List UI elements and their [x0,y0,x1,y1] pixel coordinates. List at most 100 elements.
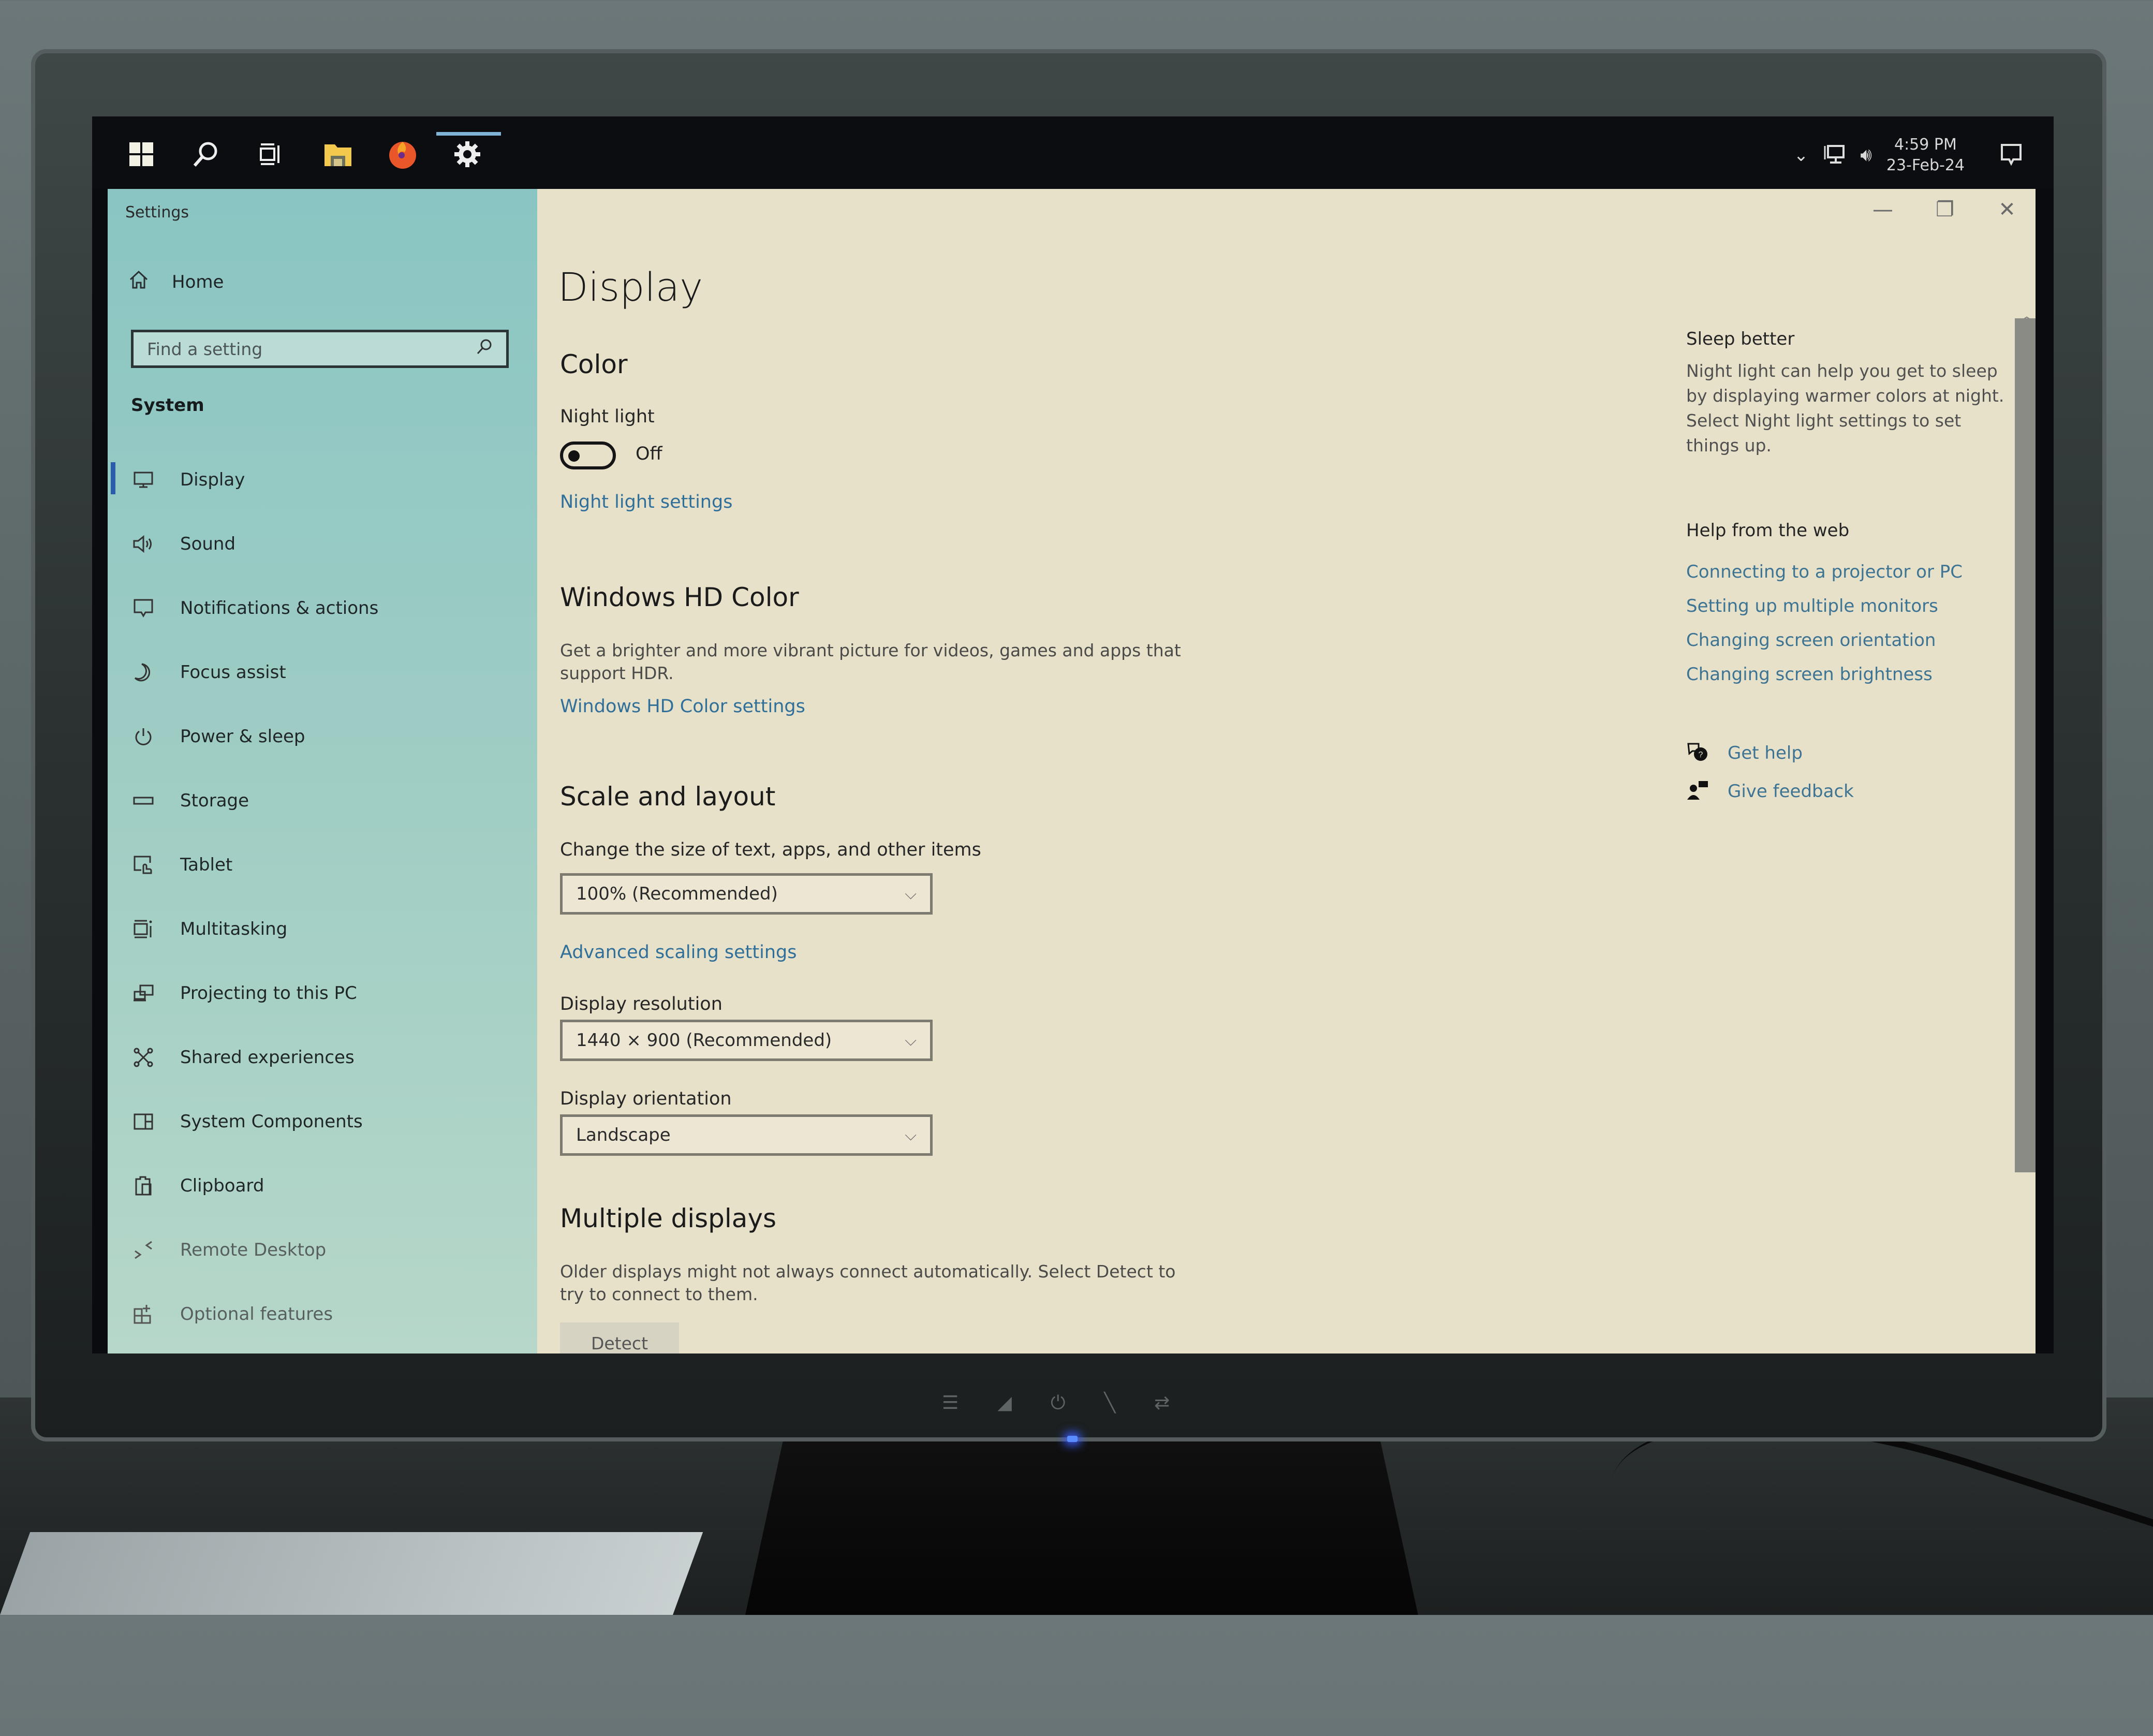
help-link-multiple-monitors[interactable]: Setting up multiple monitors [1686,596,2017,616]
sidebar-item-label: Notifications & actions [180,598,379,619]
brightness-icon[interactable]: ◢ [997,1392,1012,1414]
firefox-icon[interactable] [385,136,421,172]
night-light-toggle[interactable] [560,442,616,469]
clipboard-icon [131,1174,155,1198]
taskbar-clock[interactable]: 4:59 PM 23-Feb-24 [1886,135,1965,176]
arrow-icon[interactable]: ╲ [1104,1392,1115,1414]
chevron-down-icon: ⌵ [905,885,917,903]
power-led [1067,1436,1078,1442]
power-icon [131,725,155,748]
sidebar-item-label: System Components [180,1111,363,1132]
power-icon[interactable]: ⏻ [1051,1392,1065,1414]
search-input[interactable]: Find a setting [131,330,509,368]
sidebar-item-notifications[interactable]: Notifications & actions [108,576,537,640]
system-components-icon [131,1110,155,1134]
get-help-link[interactable]: ? Get help [1686,742,2017,764]
network-icon[interactable] [1823,144,1846,167]
input-icon[interactable]: ⇄ [1154,1392,1170,1414]
sidebar: Settings Home Find a setting System Disp… [108,189,537,1354]
menu-icon[interactable]: ☰ [942,1392,958,1414]
orientation-dropdown[interactable]: Landscape ⌵ [560,1114,933,1156]
taskbar: ⌄ 🔊︎ 4:59 PM 23-Feb-24 [92,116,2054,189]
orientation-value: Landscape [576,1125,671,1145]
notification-icon [131,596,155,620]
give-feedback-link[interactable]: Give feedback [1686,780,2017,803]
scrollbar-thumb[interactable] [2015,318,2036,1172]
sidebar-item-label: Power & sleep [180,726,305,747]
settings-gear-icon[interactable] [449,136,485,172]
sidebar-item-label: Clipboard [180,1175,264,1196]
toggle-knob [568,450,580,462]
active-app-indicator [436,132,501,136]
sidebar-item-label: Shared experiences [180,1047,355,1068]
home-icon [128,269,149,295]
sidebar-item-system-components[interactable]: System Components [108,1090,537,1154]
sidebar-item-storage[interactable]: Storage [108,769,537,833]
monitor-buttons: ☰ ◢ ⏻ ╲ ⇄ [942,1392,1170,1414]
monitor-icon [131,468,155,492]
settings-window: Settings Home Find a setting System Disp… [108,189,2036,1354]
sidebar-item-shared-experiences[interactable]: Shared experiences [108,1025,537,1090]
night-light-settings-link[interactable]: Night light settings [560,492,732,512]
search-placeholder: Find a setting [147,339,263,359]
remote-desktop-icon [131,1238,155,1262]
sidebar-item-remote-desktop[interactable]: Remote Desktop [108,1218,537,1282]
related-panel: Sleep better Night light can help you ge… [1686,329,2017,818]
tablet-icon [131,853,155,877]
help-link-orientation[interactable]: Changing screen orientation [1686,630,2017,651]
sidebar-item-label: Tablet [180,855,233,875]
sidebar-item-sound[interactable]: Sound [108,512,537,576]
task-view-icon[interactable] [253,136,289,172]
clock-time: 4:59 PM [1894,136,1957,154]
advanced-scaling-link[interactable]: Advanced scaling settings [560,942,797,963]
resolution-dropdown[interactable]: 1440 × 900 (Recommended) ⌵ [560,1020,933,1061]
detect-button[interactable]: Detect [560,1322,679,1354]
resolution-label: Display resolution [560,994,722,1014]
sidebar-item-label: Multitasking [180,919,288,939]
scale-value: 100% (Recommended) [576,884,778,904]
sidebar-item-label: Projecting to this PC [180,983,357,1004]
help-links: Connecting to a projector or PC Setting … [1686,562,2017,685]
get-help-icon: ? [1686,742,1709,764]
monitor-stand [745,1429,1418,1615]
resolution-value: 1440 × 900 (Recommended) [576,1030,832,1051]
volume-icon[interactable]: 🔊︎ [1860,144,1872,166]
storage-icon [131,789,155,813]
windows-start-icon[interactable] [123,136,159,172]
section-heading-multiple-displays: Multiple displays [560,1203,777,1233]
hd-color-settings-link[interactable]: Windows HD Color settings [560,696,805,717]
sidebar-item-projecting[interactable]: Projecting to this PC [108,961,537,1025]
sidebar-item-label: Storage [180,790,249,811]
get-help-label: Get help [1728,743,1803,763]
projecting-icon [131,981,155,1005]
window-title: Settings [125,203,189,222]
desk-surface [0,1532,703,1615]
sidebar-item-optional-features[interactable]: Optional features [108,1282,537,1346]
hd-color-description: Get a brighter and more vibrant picture … [560,640,1181,683]
night-light-state: Off [636,444,662,464]
sidebar-item-tablet[interactable]: Tablet [108,833,537,897]
sidebar-item-power-sleep[interactable]: Power & sleep [108,704,537,769]
give-feedback-label: Give feedback [1728,781,1854,802]
content-pane: Display Color Night light Off Night ligh… [537,189,2036,1354]
sidebar-item-multitasking[interactable]: Multitasking [108,897,537,961]
svg-text:?: ? [1699,751,1703,759]
speaker-icon [131,532,155,556]
night-light-label: Night light [560,406,655,427]
scale-label: Change the size of text, apps, and other… [560,840,981,860]
help-link-brightness[interactable]: Changing screen brightness [1686,664,2017,685]
section-title-system: System [131,395,204,416]
file-explorer-icon[interactable] [320,136,356,172]
multitasking-icon [131,917,155,941]
sleep-better-text: Night light can help you get to sleep by… [1686,361,2004,455]
action-center-icon[interactable] [2000,143,2023,168]
search-icon[interactable] [188,136,224,172]
sidebar-item-display[interactable]: Display [108,448,537,512]
sidebar-item-home[interactable]: Home [128,269,224,295]
scale-dropdown[interactable]: 100% (Recommended) ⌵ [560,873,933,915]
help-link-projector[interactable]: Connecting to a projector or PC [1686,562,2017,582]
sidebar-item-focus-assist[interactable]: Focus assist [108,640,537,704]
chevron-up-icon[interactable]: ⌄ [1794,145,1809,166]
sleep-better-heading: Sleep better [1686,329,1795,349]
sidebar-item-clipboard[interactable]: Clipboard [108,1154,537,1218]
